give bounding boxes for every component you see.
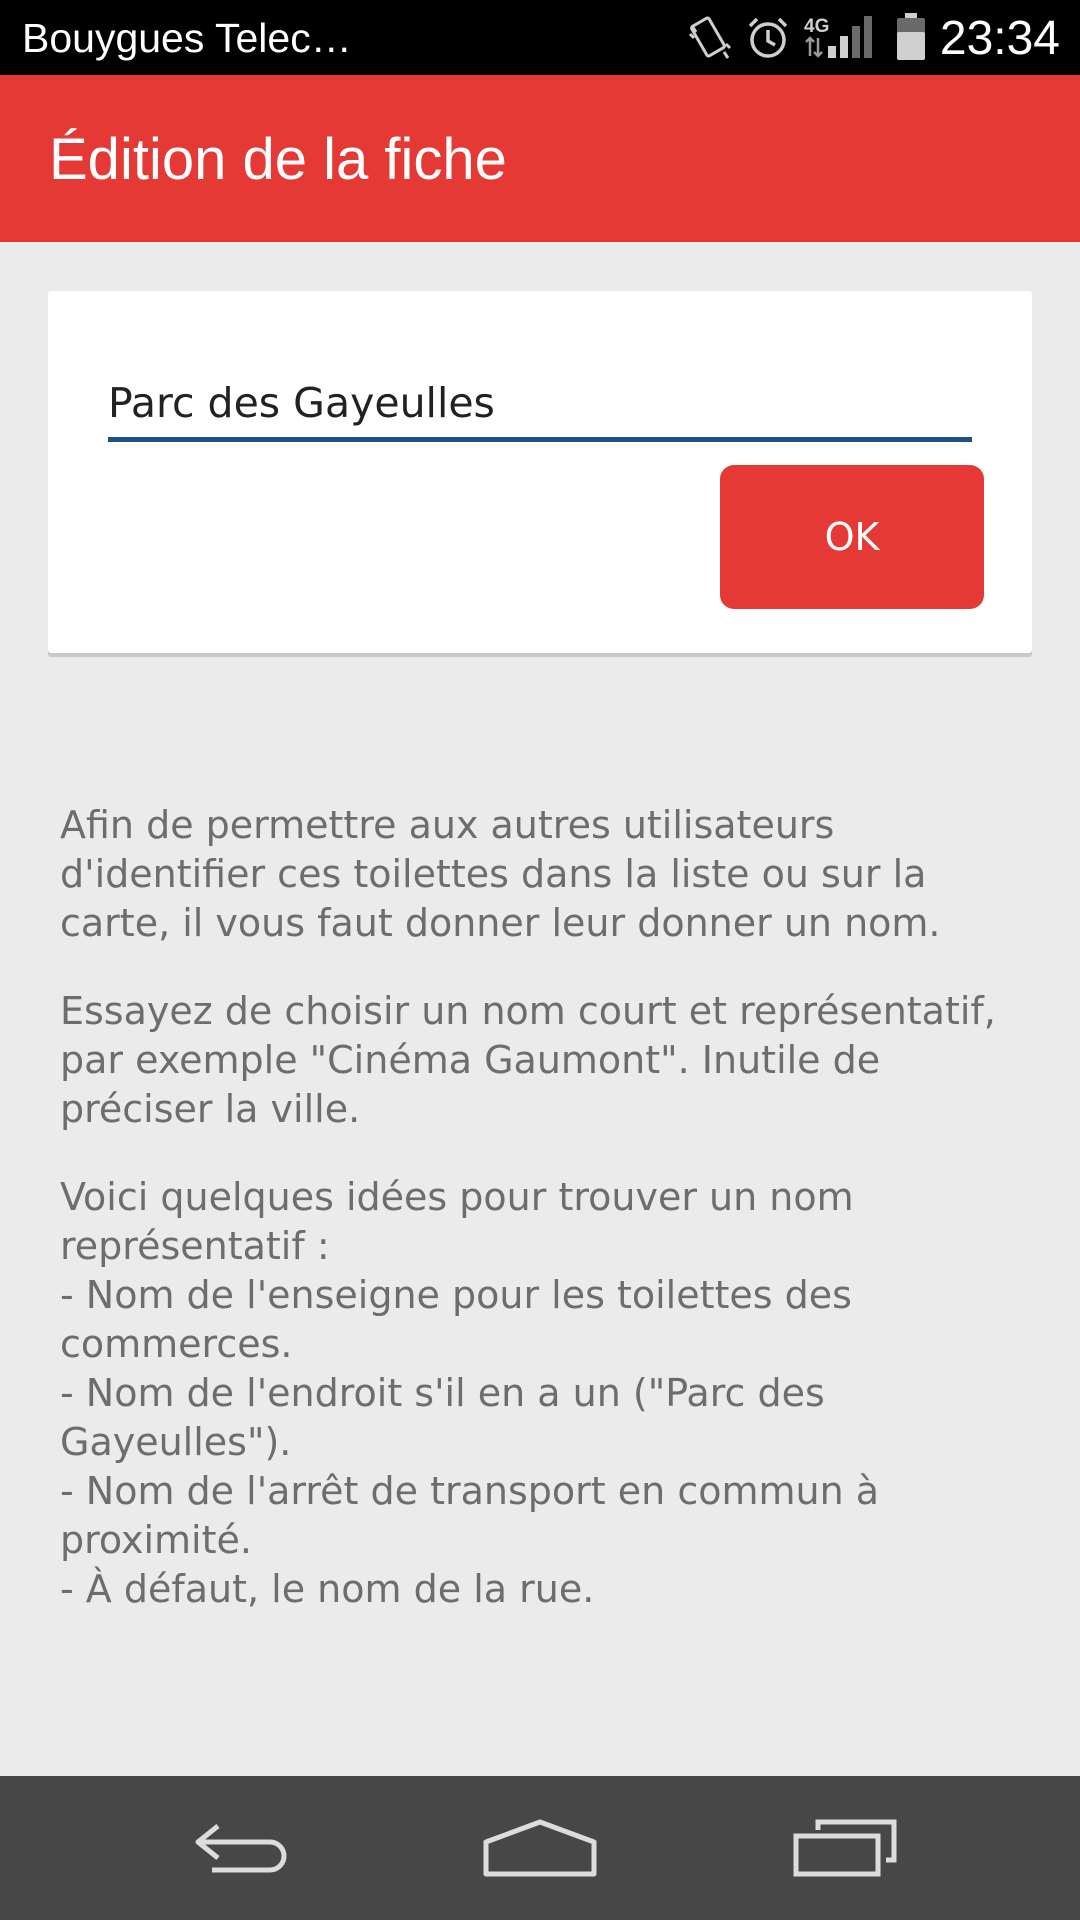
recent-apps-button[interactable] <box>740 1776 940 1920</box>
help-text: Afin de permettre aux autres utilisateur… <box>60 801 1040 1614</box>
carrier-name: Bouygues Telec… <box>22 15 352 61</box>
tip-item: - Nom de l'enseigne pour les toilettes d… <box>60 1273 852 1366</box>
tips-block: Voici quelques idées pour trouver un nom… <box>60 1173 1040 1614</box>
status-bar: Bouygues Telec… 4G 23:34 <box>0 0 1080 75</box>
name-form-card: OK <box>48 291 1032 653</box>
tip-item: - À défaut, le nom de la rue. <box>60 1567 595 1611</box>
tip-item: - Nom de l'arrêt de transport en commun … <box>60 1469 880 1562</box>
page-title: Édition de la fiche <box>49 127 507 192</box>
navigation-bar <box>0 1776 1080 1920</box>
tips-intro: Voici quelques idées pour trouver un nom… <box>60 1175 854 1268</box>
clock: 23:34 <box>939 12 1060 65</box>
input-underline <box>108 437 972 442</box>
back-button[interactable] <box>140 1776 340 1920</box>
app-bar: Édition de la fiche <box>0 75 1080 242</box>
name-input[interactable] <box>108 373 972 433</box>
tip-item: - Nom de l'endroit s'il en a un ("Parc d… <box>60 1371 825 1464</box>
home-button[interactable] <box>440 1776 640 1920</box>
help-paragraph-1: Afin de permettre aux autres utilisateur… <box>60 803 941 945</box>
help-paragraph-2: Essayez de choisir un nom court et repré… <box>60 989 996 1131</box>
svg-text:4G: 4G <box>804 16 829 37</box>
ok-button[interactable]: OK <box>720 465 984 609</box>
